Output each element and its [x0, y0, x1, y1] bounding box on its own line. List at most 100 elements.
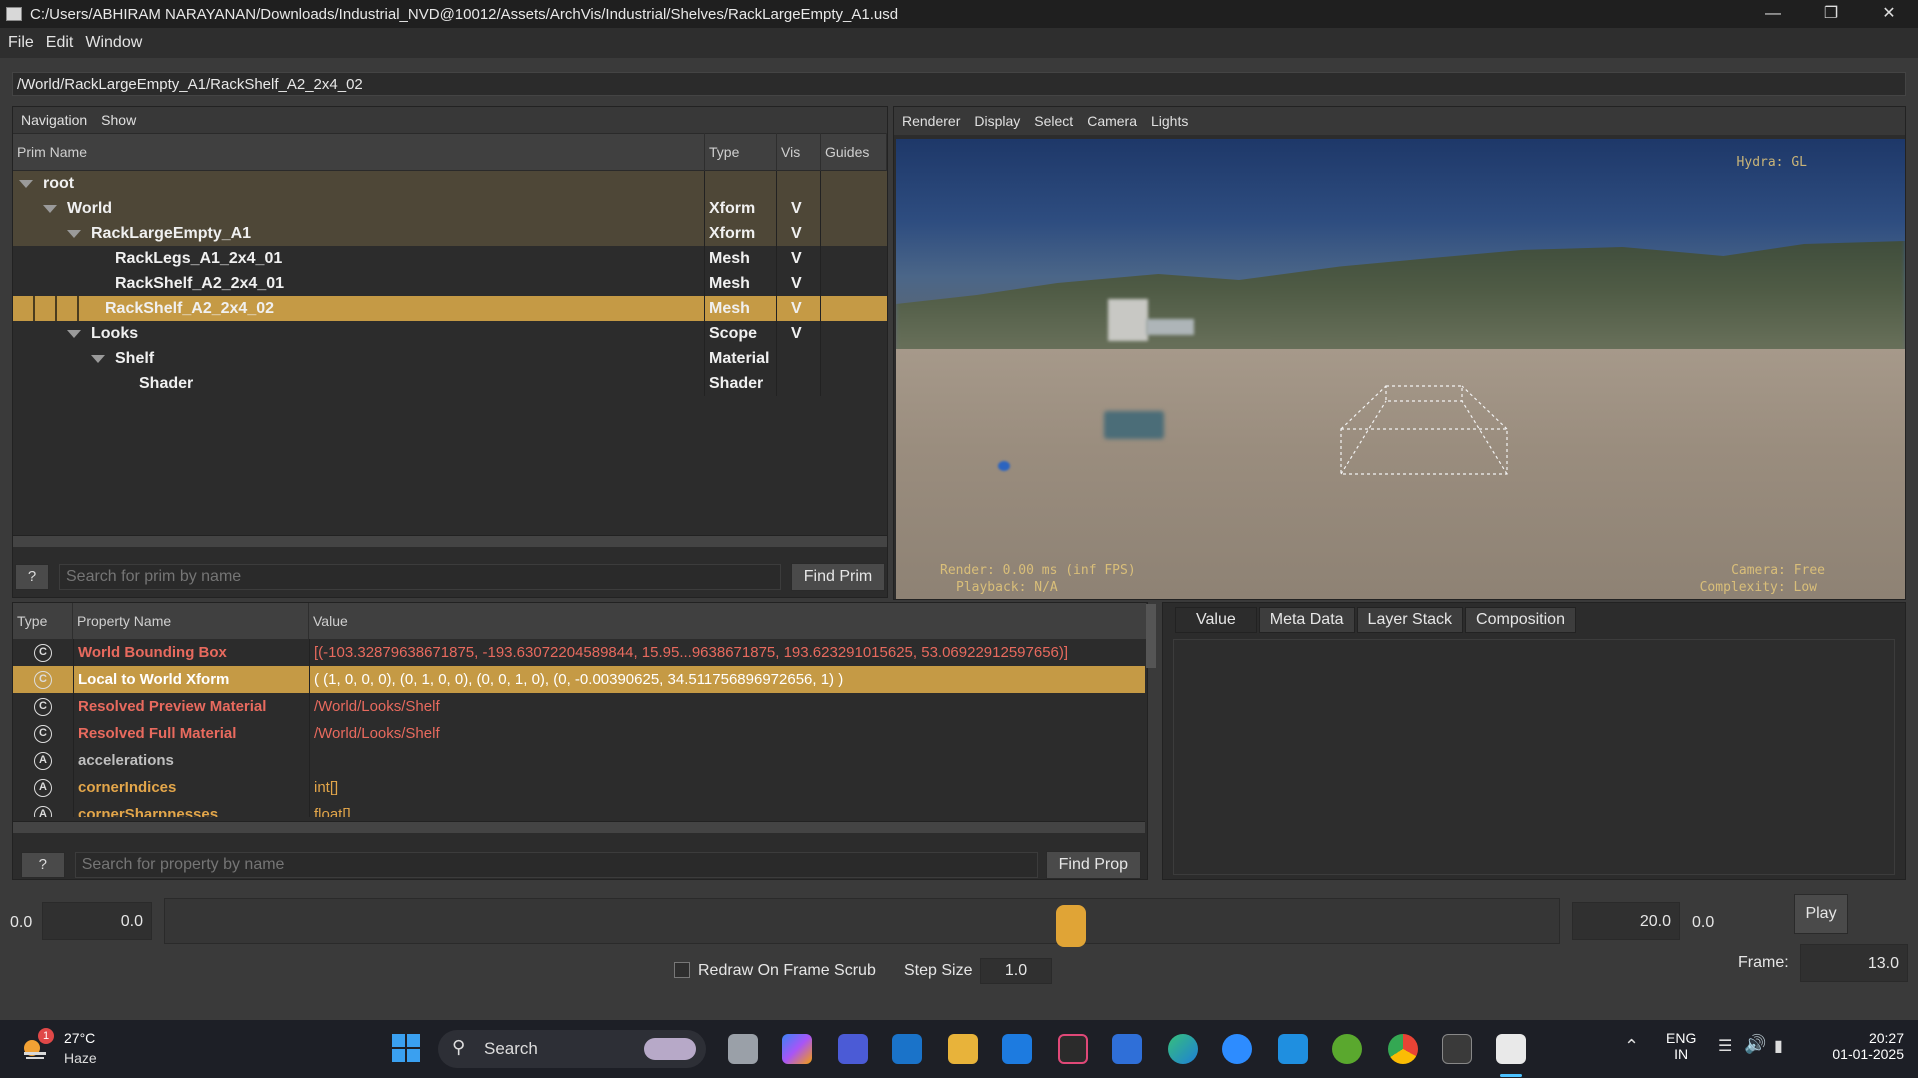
menu-edit[interactable]: Edit [46, 34, 74, 52]
property-row[interactable]: A cornerIndices int[] [13, 774, 1145, 801]
display-menu[interactable]: Display [974, 113, 1020, 129]
nvidia-icon[interactable] [1332, 1034, 1362, 1064]
prim-vis[interactable]: V [777, 246, 821, 271]
prim-browser-panel: Navigation Show Prim Name Type Vis Guide… [12, 106, 888, 598]
start-button[interactable] [392, 1034, 420, 1062]
current-frame-field[interactable]: 13.0 [1800, 944, 1908, 982]
property-horizontal-scrollbar[interactable] [13, 821, 1145, 833]
file-explorer-icon[interactable] [948, 1034, 978, 1064]
prim-vis[interactable]: V [777, 271, 821, 296]
prim-search-input[interactable] [59, 564, 781, 590]
prim-row-looks[interactable]: Looks Scope V [13, 321, 887, 346]
prim-row-shelf[interactable]: Shelf Material [13, 346, 887, 371]
property-vertical-scrollbar[interactable] [1146, 604, 1156, 668]
col-type[interactable]: Type [705, 133, 777, 171]
prim-row-root[interactable]: root [13, 171, 887, 196]
prim-vis[interactable] [777, 346, 821, 371]
3d-viewport[interactable]: Hydra: GL Render: 0.00 ms (inf FPS) Play… [896, 139, 1905, 599]
lights-menu[interactable]: Lights [1151, 113, 1188, 129]
menu-file[interactable]: File [8, 34, 34, 52]
prim-vis[interactable]: V [777, 296, 821, 321]
task-view-icon[interactable] [728, 1034, 758, 1064]
property-row[interactable]: A accelerations [13, 747, 1145, 774]
intellij-icon[interactable] [1058, 1034, 1088, 1064]
col-prim-name[interactable]: Prim Name [13, 133, 705, 171]
prim-vis[interactable]: V [777, 221, 821, 246]
tab-composition[interactable]: Composition [1465, 607, 1576, 633]
col-guides[interactable]: Guides [821, 133, 887, 171]
prim-vis[interactable] [777, 371, 821, 396]
prim-vis[interactable]: V [777, 196, 821, 221]
collapse-arrow-icon[interactable] [67, 329, 81, 338]
prim-row-rackshelf-01[interactable]: RackShelf_A2_2x4_01 Mesh V [13, 271, 887, 296]
weather-temp[interactable]: 27°C [64, 1030, 95, 1046]
outlook-icon[interactable] [892, 1034, 922, 1064]
todo-icon[interactable] [1112, 1034, 1142, 1064]
volume-icon[interactable]: 🔊 [1744, 1034, 1766, 1055]
step-size-field[interactable]: 1.0 [980, 958, 1052, 984]
prim-row-rackshelf-02-selected[interactable]: RackShelf_A2_2x4_02 Mesh V [13, 296, 887, 321]
minimize-button[interactable]: — [1744, 0, 1802, 28]
store-icon[interactable] [1002, 1034, 1032, 1064]
restore-button[interactable]: ❐ [1802, 0, 1860, 28]
prim-path-field[interactable]: /World/RackLargeEmpty_A1/RackShelf_A2_2x… [12, 72, 1906, 96]
tab-layer-stack[interactable]: Layer Stack [1356, 607, 1464, 633]
zoom-icon[interactable] [1222, 1034, 1252, 1064]
find-prim-button[interactable]: Find Prim [791, 563, 885, 591]
battery-icon[interactable]: ▮ [1774, 1036, 1783, 1056]
chevron-up-icon[interactable]: ⌃ [1624, 1036, 1639, 1057]
weather-desc[interactable]: Haze [64, 1050, 97, 1066]
frame-slider-handle[interactable] [1056, 905, 1087, 947]
frame-slider-track[interactable] [164, 898, 1560, 947]
renderer-menu[interactable]: Renderer [902, 113, 960, 129]
col-prop-type[interactable]: Type [13, 603, 73, 639]
prim-row-racklargeempty[interactable]: RackLargeEmpty_A1 Xform V [13, 221, 887, 246]
prim-search-help-button[interactable]: ? [15, 564, 49, 590]
tab-value[interactable]: Value [1175, 607, 1257, 633]
terminal-icon[interactable] [1442, 1034, 1472, 1064]
property-row[interactable]: C Resolved Preview Material /World/Looks… [13, 693, 1145, 720]
collapse-arrow-icon[interactable] [67, 229, 81, 238]
prim-vis[interactable]: V [777, 321, 821, 346]
usdview-icon[interactable] [1496, 1034, 1526, 1064]
property-row-selected[interactable]: C Local to World Xform ( (1, 0, 0, 0), (… [13, 666, 1145, 693]
menu-window[interactable]: Window [85, 34, 142, 52]
property-search-input[interactable] [74, 852, 1038, 878]
col-prop-value[interactable]: Value [309, 603, 1147, 639]
close-button[interactable]: ✕ [1860, 0, 1918, 28]
prim-vis[interactable] [777, 171, 821, 196]
navigation-menu[interactable]: Navigation [21, 112, 87, 128]
chrome-icon[interactable] [1388, 1034, 1418, 1064]
timeline-bar: 0.0 0.0 20.0 0.0 Play Redraw On Frame Sc… [0, 890, 1918, 1020]
input-language[interactable]: ENG IN [1666, 1030, 1696, 1062]
property-row[interactable]: A cornerSharpnesses float[] [13, 801, 1145, 817]
property-row[interactable]: C World Bounding Box [(-103.328796386718… [13, 639, 1145, 666]
app-icon-blue[interactable] [838, 1034, 868, 1064]
camera-menu[interactable]: Camera [1087, 113, 1137, 129]
wifi-icon[interactable]: ☰ [1718, 1036, 1732, 1056]
collapse-arrow-icon[interactable] [91, 354, 105, 363]
col-vis[interactable]: Vis [777, 133, 821, 171]
tab-meta-data[interactable]: Meta Data [1258, 607, 1355, 633]
property-search-help-button[interactable]: ? [21, 852, 65, 878]
prim-row-world[interactable]: World Xform V [13, 196, 887, 221]
col-prop-name[interactable]: Property Name [73, 603, 309, 639]
property-row[interactable]: C Resolved Full Material /World/Looks/Sh… [13, 720, 1145, 747]
clock[interactable]: 20:27 01-01-2025 [1818, 1030, 1904, 1062]
start-frame-field[interactable]: 0.0 [42, 902, 152, 940]
find-prop-button[interactable]: Find Prop [1045, 851, 1141, 879]
collapse-arrow-icon[interactable] [19, 179, 33, 188]
play-button[interactable]: Play [1794, 894, 1848, 934]
prim-row-shader[interactable]: Shader Shader [13, 371, 887, 396]
copilot-icon[interactable] [782, 1034, 812, 1064]
collapse-arrow-icon[interactable] [43, 204, 57, 213]
edge-icon[interactable] [1168, 1034, 1198, 1064]
prim-row-racklegs[interactable]: RackLegs_A1_2x4_01 Mesh V [13, 246, 887, 271]
end-frame-field[interactable]: 20.0 [1572, 902, 1680, 940]
redraw-checkbox[interactable] [674, 962, 690, 978]
select-menu[interactable]: Select [1034, 113, 1073, 129]
show-menu[interactable]: Show [101, 112, 136, 128]
taskbar-search-box[interactable]: ⚲ Search [438, 1030, 706, 1068]
vscode-icon[interactable] [1278, 1034, 1308, 1064]
prim-horizontal-scrollbar[interactable] [13, 535, 887, 547]
